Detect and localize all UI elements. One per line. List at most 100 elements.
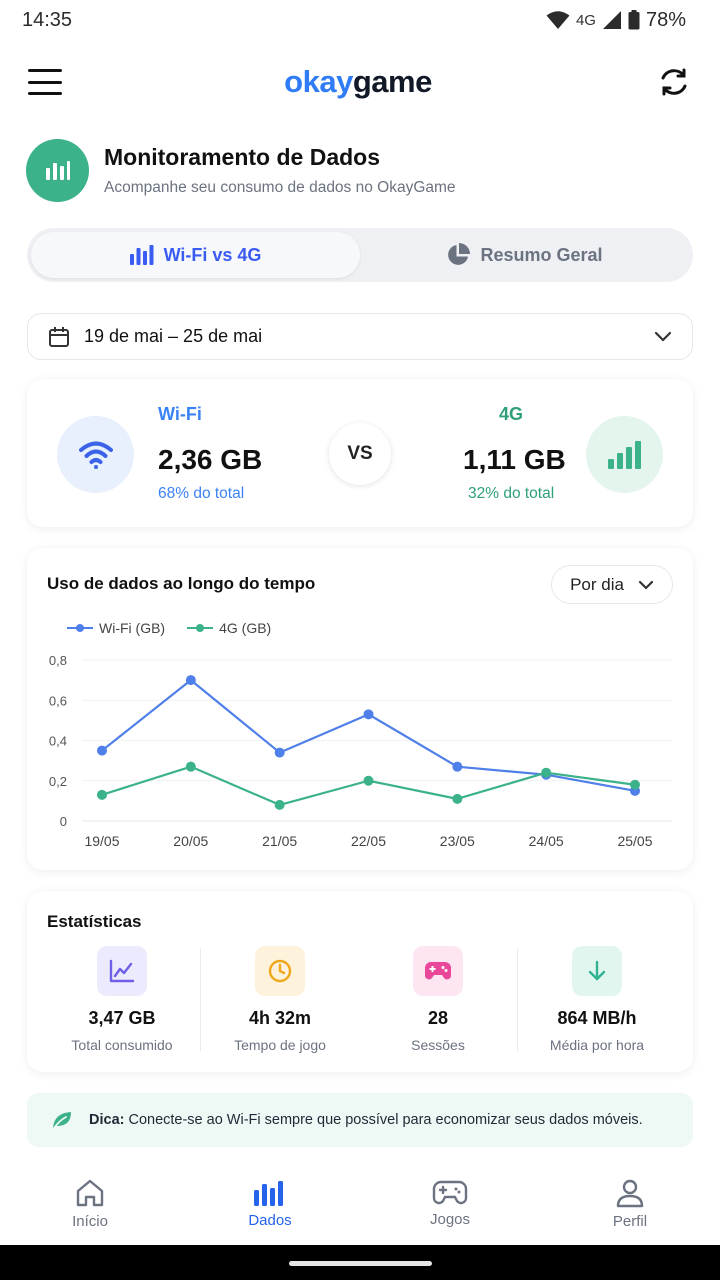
tip-text: Conecte-se ao Wi-Fi sempre que possível …	[128, 1112, 643, 1128]
stats-card: Estatísticas 3,47 GB Total consumido 4h …	[27, 891, 693, 1072]
leaf-icon	[53, 1112, 71, 1129]
x-tick-label: 23/05	[440, 833, 475, 849]
stat-average: 864 MB/h Média por hora	[518, 946, 676, 1056]
battery-status-icon	[628, 10, 640, 30]
data-point	[363, 775, 374, 786]
home-icon	[76, 1179, 104, 1207]
data-point	[274, 799, 285, 810]
series-line-1	[101, 765, 636, 806]
data-point	[452, 761, 463, 772]
app-logo: okaygame	[284, 64, 432, 100]
chart-icon	[254, 1181, 283, 1206]
tab-wifi-vs-4g[interactable]: Wi-Fi vs 4G	[31, 232, 360, 278]
tip-label: Dica:	[89, 1112, 125, 1128]
gamepad-icon	[413, 946, 463, 996]
status-bar: 14:35 4G 78%	[0, 0, 720, 40]
chart-title: Uso de dados ao longo do tempo	[47, 574, 316, 593]
data-point	[185, 761, 196, 772]
home-indicator[interactable]	[289, 1261, 432, 1266]
network-type: 4G	[575, 11, 596, 29]
clock-icon	[255, 946, 305, 996]
wifi-status-icon	[546, 11, 570, 29]
comparison-card: Wi-Fi 2,36 GB 68% do total VS 4G 1,11 GB…	[27, 379, 693, 527]
g4-value: 1,11 GB	[463, 444, 566, 475]
legend-label: 4G (GB)	[219, 620, 272, 636]
nav-label: Dados	[248, 1212, 292, 1229]
stat-label: Tempo de jogo	[234, 1037, 326, 1053]
stats-title: Estatísticas	[47, 912, 142, 931]
trend-icon	[97, 946, 147, 996]
tip-banner: Dica: Conecte-se ao Wi-Fi sempre que pos…	[27, 1093, 693, 1147]
data-point	[97, 745, 107, 756]
nav-perfil[interactable]: Perfil	[540, 1163, 720, 1245]
wifi-value: 2,36 GB	[158, 444, 263, 475]
data-chart-icon	[26, 138, 89, 202]
nav-label: Início	[72, 1213, 108, 1230]
status-icons: 4G 78%	[546, 9, 686, 32]
system-nav-bar	[0, 1245, 720, 1280]
status-time: 14:35	[22, 8, 73, 31]
refresh-icon[interactable]	[654, 62, 694, 102]
stat-playtime: 4h 32m Tempo de jogo	[201, 946, 359, 1056]
nav-jogos[interactable]: Jogos	[360, 1163, 540, 1245]
g4-percent: 32% do total	[468, 485, 555, 502]
stat-sessions: 28 Sessões	[359, 946, 517, 1056]
data-point	[630, 779, 640, 790]
vs-badge: VS	[329, 423, 391, 485]
y-tick-label: 0,4	[49, 734, 67, 749]
app-bar: okaygame	[0, 52, 720, 112]
pie-chart-icon	[448, 243, 471, 265]
stat-value: 3,47 GB	[88, 1008, 156, 1028]
data-point	[185, 675, 196, 686]
data-point	[363, 709, 374, 720]
data-point	[97, 789, 107, 800]
page-title: Monitoramento de Dados	[104, 143, 381, 170]
x-tick-label: 19/05	[84, 833, 119, 849]
legend-wifi: Wi-Fi (GB)	[67, 620, 165, 636]
date-range-selector[interactable]: 19 de mai – 25 de mai	[27, 313, 693, 360]
nav-label: Jogos	[429, 1211, 471, 1228]
x-tick-label: 20/05	[173, 833, 208, 849]
view-tabs: Wi-Fi vs 4G Resumo Geral	[27, 228, 693, 282]
user-icon	[616, 1179, 644, 1208]
period-selector[interactable]: Por dia	[551, 565, 673, 604]
tab-label: Resumo Geral	[480, 244, 603, 265]
tab-label: Wi-Fi vs 4G	[163, 244, 262, 265]
bottom-nav: Início Dados Jogos Perfil	[0, 1163, 720, 1245]
page-header: Monitoramento de Dados Acompanhe seu con…	[26, 138, 696, 202]
g4-label: 4G	[499, 404, 524, 424]
data-point	[274, 747, 285, 758]
bar-chart-icon	[129, 245, 154, 265]
nav-inicio[interactable]: Início	[0, 1163, 180, 1245]
wifi-percent: 68% do total	[158, 485, 245, 502]
line-chart: 0 0,2 0,4 0,6 0,8 19/05 20/05 21/05 22/05 23/05 24…	[49, 653, 672, 849]
legend-4g: 4G (GB)	[187, 620, 271, 636]
x-tick-label: 25/05	[617, 833, 652, 849]
y-tick-label: 0,8	[49, 653, 67, 668]
signal-status-icon	[602, 11, 621, 29]
period-label: Por dia	[570, 574, 624, 594]
battery-level: 78%	[645, 8, 686, 31]
wifi-icon	[57, 416, 134, 493]
menu-icon[interactable]	[28, 69, 62, 95]
stat-label: Sessões	[411, 1037, 465, 1053]
calendar-icon	[49, 326, 69, 347]
stat-total: 3,47 GB Total consumido	[43, 946, 201, 1056]
stat-label: Média por hora	[549, 1037, 645, 1053]
date-range-text: 19 de mai – 25 de mai	[84, 326, 263, 346]
download-icon	[572, 946, 622, 996]
x-tick-label: 24/05	[529, 833, 564, 849]
stat-value: 28	[427, 1008, 449, 1028]
gamepad-icon	[432, 1180, 468, 1205]
legend-label: Wi-Fi (GB)	[99, 620, 166, 636]
page-subtitle: Acompanhe seu consumo de dados no OkayGa…	[104, 178, 456, 196]
chevron-down-icon	[654, 331, 672, 342]
stat-value: 4h 32m	[248, 1008, 312, 1028]
data-point	[452, 793, 463, 804]
tab-resumo-geral[interactable]: Resumo Geral	[360, 232, 689, 278]
nav-dados[interactable]: Dados	[180, 1163, 360, 1245]
chart-legend: Wi-Fi (GB) 4G (GB)	[67, 620, 271, 636]
wifi-label: Wi-Fi	[158, 404, 202, 424]
x-tick-label: 22/05	[351, 833, 386, 849]
stat-label: Total consumido	[71, 1037, 173, 1053]
